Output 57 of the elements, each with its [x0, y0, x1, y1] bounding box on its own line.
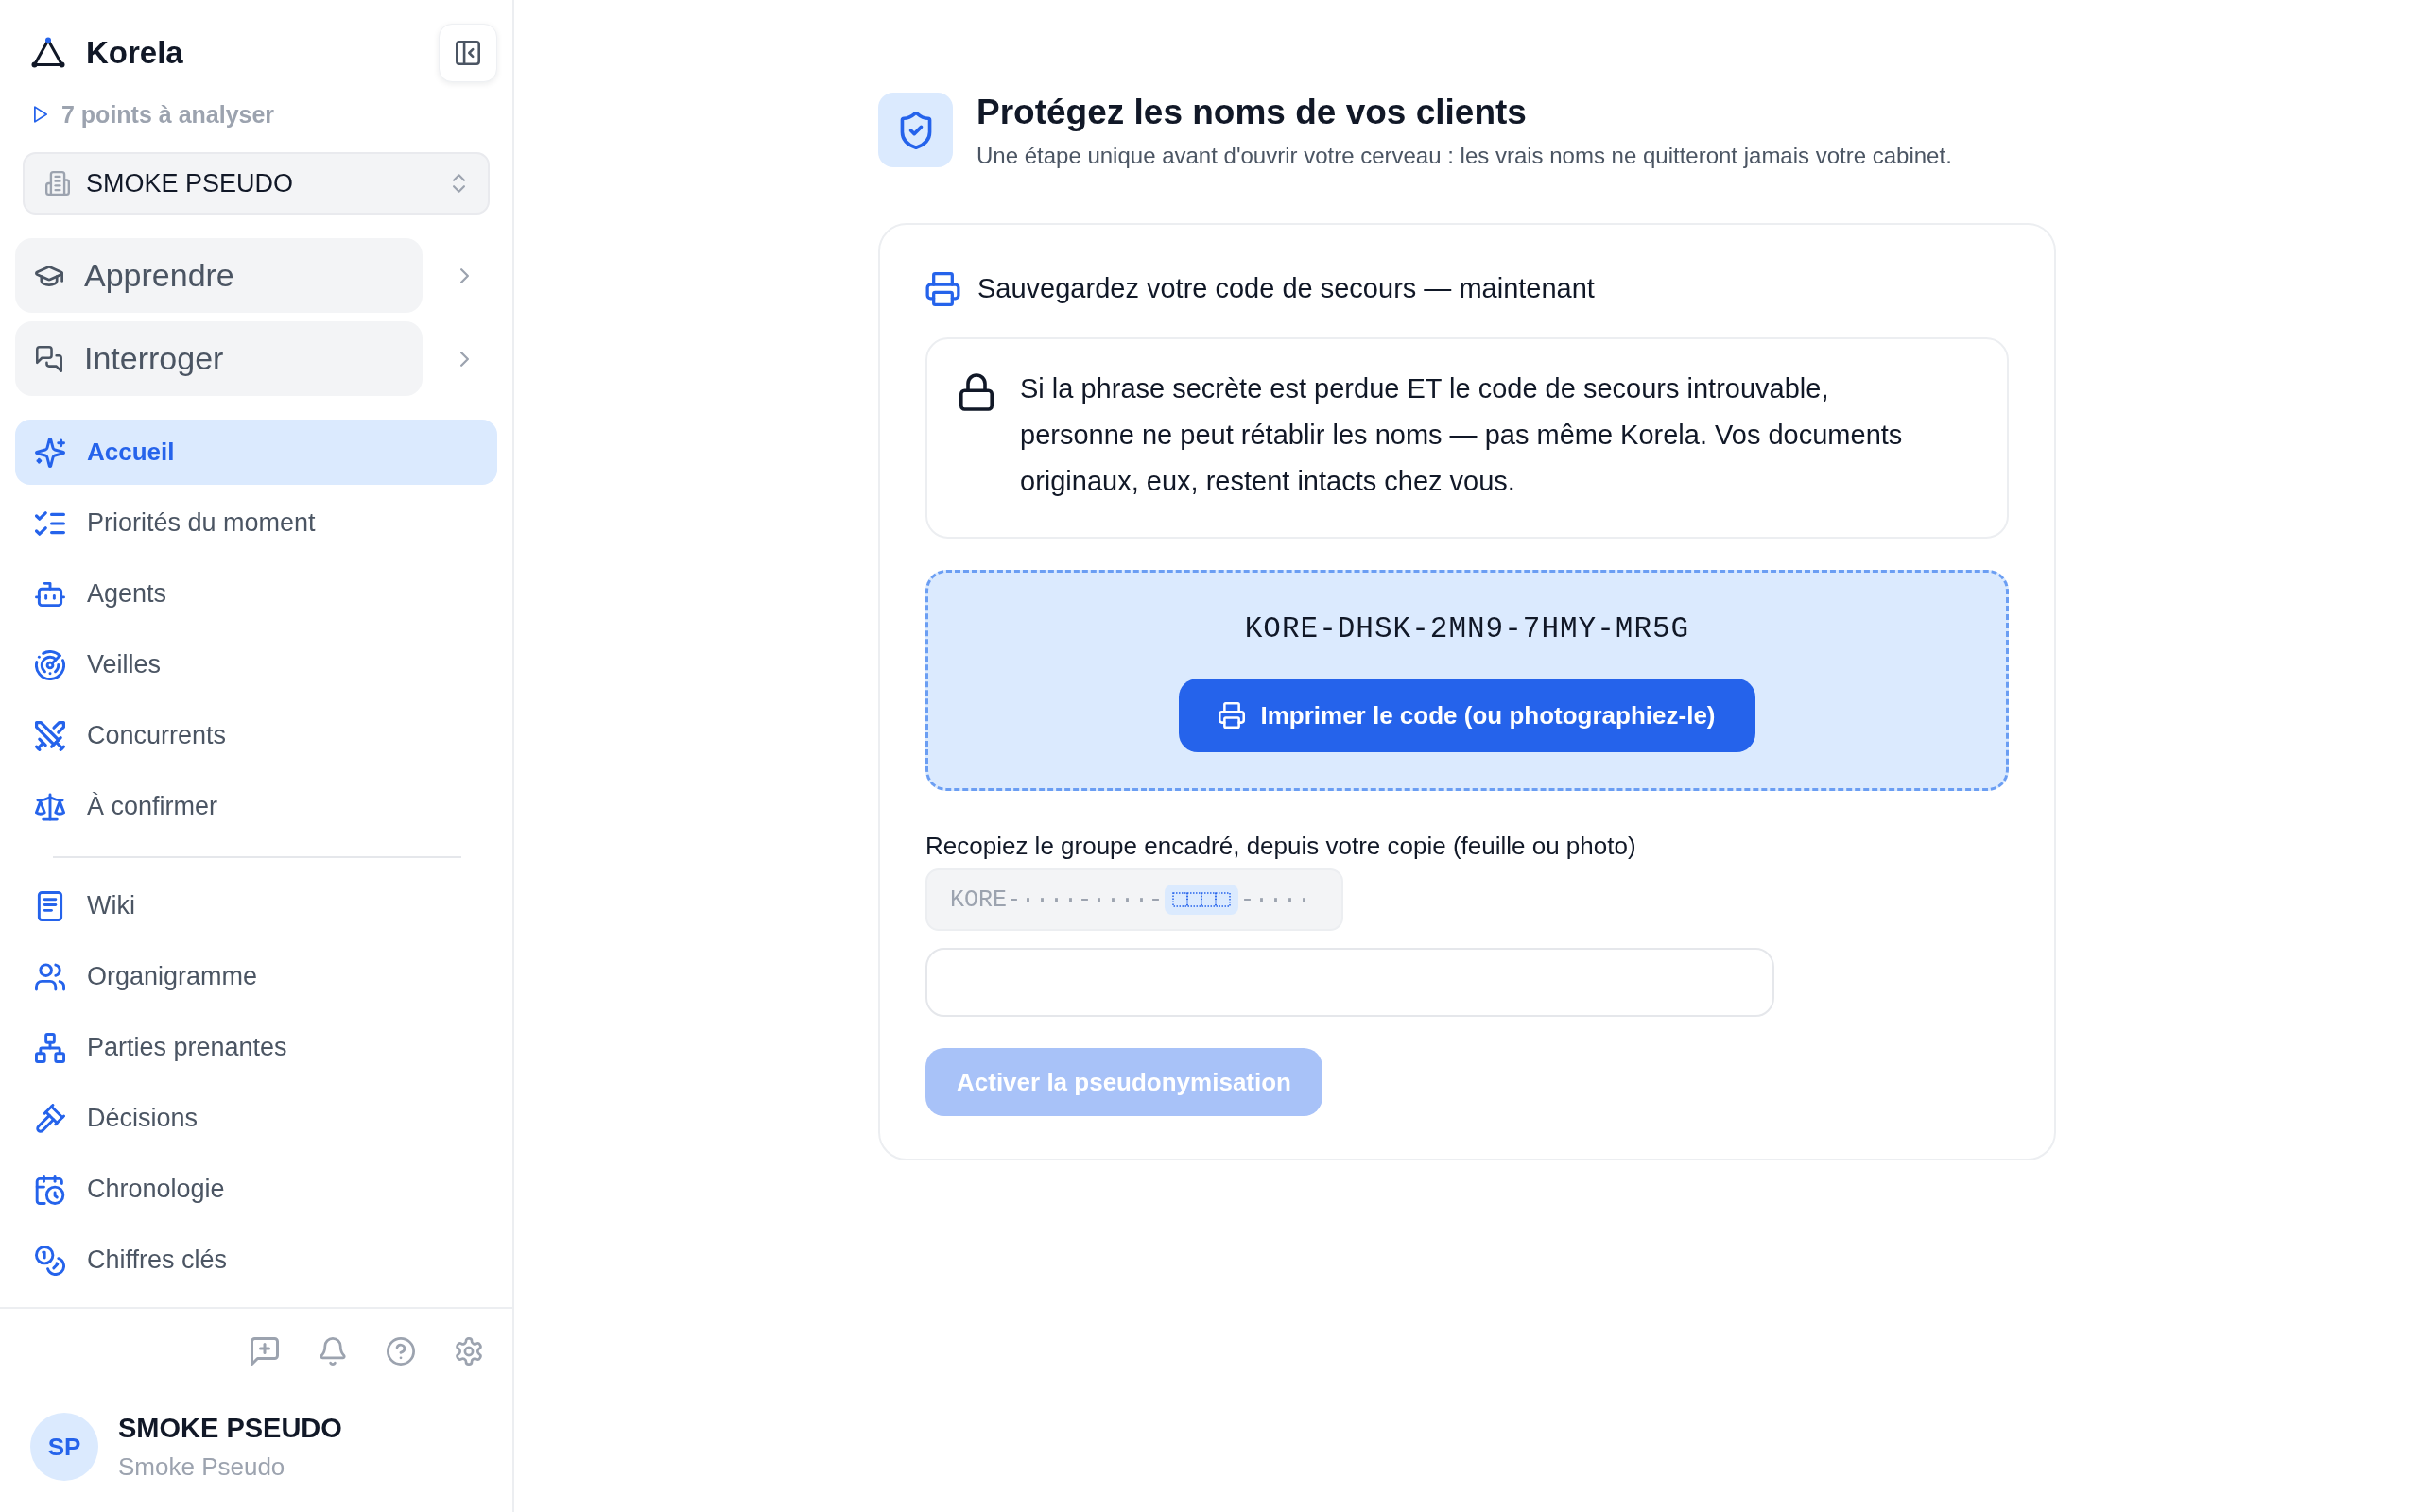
- print-code-button[interactable]: Imprimer le code (ou photographiez-le): [1179, 679, 1755, 752]
- section-button[interactable]: Interroger: [15, 321, 423, 396]
- chat-bubbles-icon: [35, 345, 63, 372]
- triangle-logo-icon: [31, 37, 65, 69]
- brand-name: Korela: [86, 35, 183, 71]
- settings-icon[interactable]: [455, 1337, 483, 1366]
- nav-item[interactable]: Chronologie: [15, 1157, 497, 1222]
- lock-icon: [959, 373, 994, 411]
- user-name: SMOKE PSEUDO: [118, 1412, 342, 1445]
- confirm-code-input[interactable]: [925, 948, 1774, 1017]
- coins-icon: [35, 1245, 65, 1276]
- nav-item[interactable]: Chiffres clés: [15, 1228, 497, 1293]
- recovery-code: KORE-DHSK-2MN9-7HMY-MR5G: [1244, 611, 1690, 647]
- printer-icon: [1219, 702, 1246, 729]
- nav-item[interactable]: Parties prenantes: [15, 1015, 497, 1080]
- document-icon: [35, 890, 65, 921]
- masked-code-start: KORE-····-····-: [950, 885, 1164, 914]
- workspace-selector[interactable]: SMOKE PSEUDO: [23, 152, 490, 215]
- users-icon: [35, 961, 65, 992]
- hierarchy-icon: [35, 1032, 65, 1063]
- section-button[interactable]: Apprendre: [15, 238, 423, 313]
- nav-item[interactable]: Wiki: [15, 873, 497, 938]
- play-icon: [34, 106, 47, 123]
- nav-item[interactable]: Agents: [15, 561, 497, 627]
- sparkles-icon: [35, 437, 65, 468]
- calendar-clock-icon: [35, 1174, 65, 1205]
- masked-code-end: -····: [1240, 885, 1312, 914]
- nav-item[interactable]: Décisions: [15, 1086, 497, 1151]
- radar-icon: [35, 649, 65, 680]
- page-title: Protégez les noms de vos clients: [977, 92, 1528, 133]
- help-icon[interactable]: [387, 1337, 415, 1366]
- printer-icon: [925, 271, 960, 306]
- card-heading: Sauvegardez votre code de secours — maintenant: [977, 273, 1595, 304]
- gavel-icon: [35, 1103, 65, 1134]
- building-icon: [45, 171, 70, 196]
- shield-check-icon: [878, 93, 953, 167]
- nav-item[interactable]: Veilles: [15, 632, 497, 697]
- nav-item[interactable]: Accueil: [15, 420, 497, 485]
- scales-icon: [35, 791, 65, 822]
- message-plus-icon[interactable]: [251, 1337, 279, 1366]
- dotted-slots-icon: [1165, 885, 1239, 915]
- nav-item[interactable]: À confirmer: [15, 774, 497, 839]
- nav-item[interactable]: Organigramme: [15, 944, 497, 1009]
- chevron-right-icon[interactable]: [460, 350, 469, 368]
- user-avatar: SP: [30, 1413, 98, 1481]
- chevrons-up-down-icon: [453, 174, 465, 193]
- chevron-right-icon[interactable]: [460, 266, 469, 284]
- panel-collapse-icon: [456, 41, 480, 65]
- user-subtitle: Smoke Pseudo: [118, 1452, 286, 1483]
- nav-item[interactable]: Priorités du moment: [15, 490, 497, 556]
- page-subtitle: Une étape unique avant d'ouvrir votre cerveau : les vrais noms ne quitteront jamais votre cabinet.: [977, 142, 1952, 170]
- collapse-sidebar-button[interactable]: [439, 24, 497, 82]
- warning-text: Si la phrase secrète est perdue ET le code de secours introuvable, personne ne peut rétablir les noms — pas même Korela. Vos documents originaux, eux, restent intacts chez vous.: [1020, 372, 1904, 498]
- notifications-icon[interactable]: [319, 1337, 347, 1366]
- crossed-swords-icon: [35, 720, 65, 751]
- nav-item[interactable]: Concurrents: [15, 703, 497, 768]
- copy-instruction: Recopiez le groupe encadré, depuis votre copie (feuille ou photo): [925, 831, 1637, 862]
